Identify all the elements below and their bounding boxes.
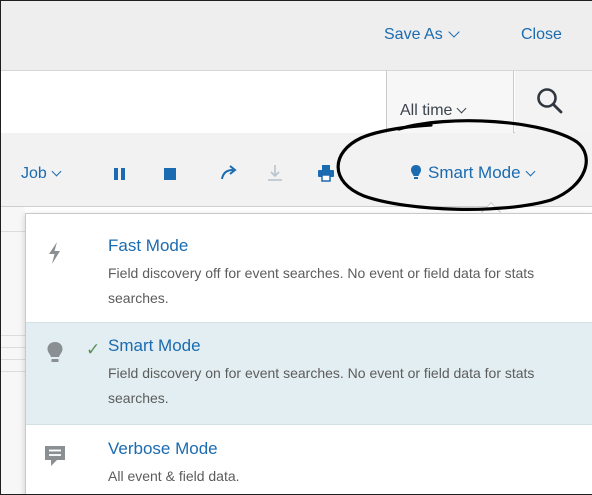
mode-option-smart[interactable]: ✓ Smart Mode Field discovery on for even…	[26, 322, 592, 425]
share-icon[interactable]	[219, 164, 239, 182]
lightbulb-icon	[411, 165, 421, 179]
mode-option-description: Field discovery on for event searches. N…	[108, 365, 535, 406]
time-range-label: All time	[400, 102, 453, 119]
export-icon[interactable]	[266, 163, 284, 183]
comment-icon	[45, 446, 65, 466]
search-button[interactable]	[515, 71, 592, 133]
search-icon	[537, 88, 563, 114]
results-background	[1, 207, 25, 494]
mode-option-title: Fast Mode	[108, 236, 189, 255]
search-row: All time	[1, 71, 592, 133]
mode-option-verbose[interactable]: Verbose Mode All event & field data.	[26, 426, 592, 494]
chevron-down-icon	[51, 166, 62, 177]
mode-option-description: Field discovery off for event searches. …	[108, 265, 535, 306]
mode-option-title: Verbose Mode	[108, 439, 218, 458]
search-input[interactable]	[1, 71, 386, 133]
search-mode-dropdown: Fast Mode Field discovery off for event …	[25, 213, 592, 494]
save-as-label: Save As	[384, 26, 443, 43]
selected-check-icon: ✓	[86, 340, 101, 359]
pause-icon[interactable]	[114, 168, 125, 180]
stop-icon[interactable]	[164, 168, 176, 180]
chevron-down-icon	[525, 166, 536, 177]
close-link[interactable]: Close	[521, 26, 562, 44]
print-icon[interactable]	[317, 164, 335, 182]
mode-option-fast[interactable]: Fast Mode Field discovery off for event …	[26, 223, 592, 321]
lightning-icon	[49, 242, 60, 264]
mode-option-title: Smart Mode	[108, 336, 201, 355]
job-menu[interactable]: Job	[21, 165, 62, 183]
screenshot-frame: Save As Close All time Job Smart Mode Fa…	[0, 0, 592, 495]
search-mode-label: Smart Mode	[428, 163, 521, 182]
header-bar: Save As Close	[1, 1, 592, 71]
save-as-menu[interactable]: Save As	[384, 26, 460, 44]
lightbulb-icon	[47, 342, 63, 362]
job-menu-label: Job	[21, 165, 47, 182]
job-toolbar: Job Smart Mode	[1, 133, 592, 207]
chevron-down-icon	[457, 103, 467, 114]
search-mode-button[interactable]: Smart Mode	[411, 163, 536, 183]
time-range-picker[interactable]: All time	[386, 71, 514, 133]
chevron-down-icon	[448, 26, 460, 38]
mode-option-description: All event & field data.	[108, 468, 240, 484]
